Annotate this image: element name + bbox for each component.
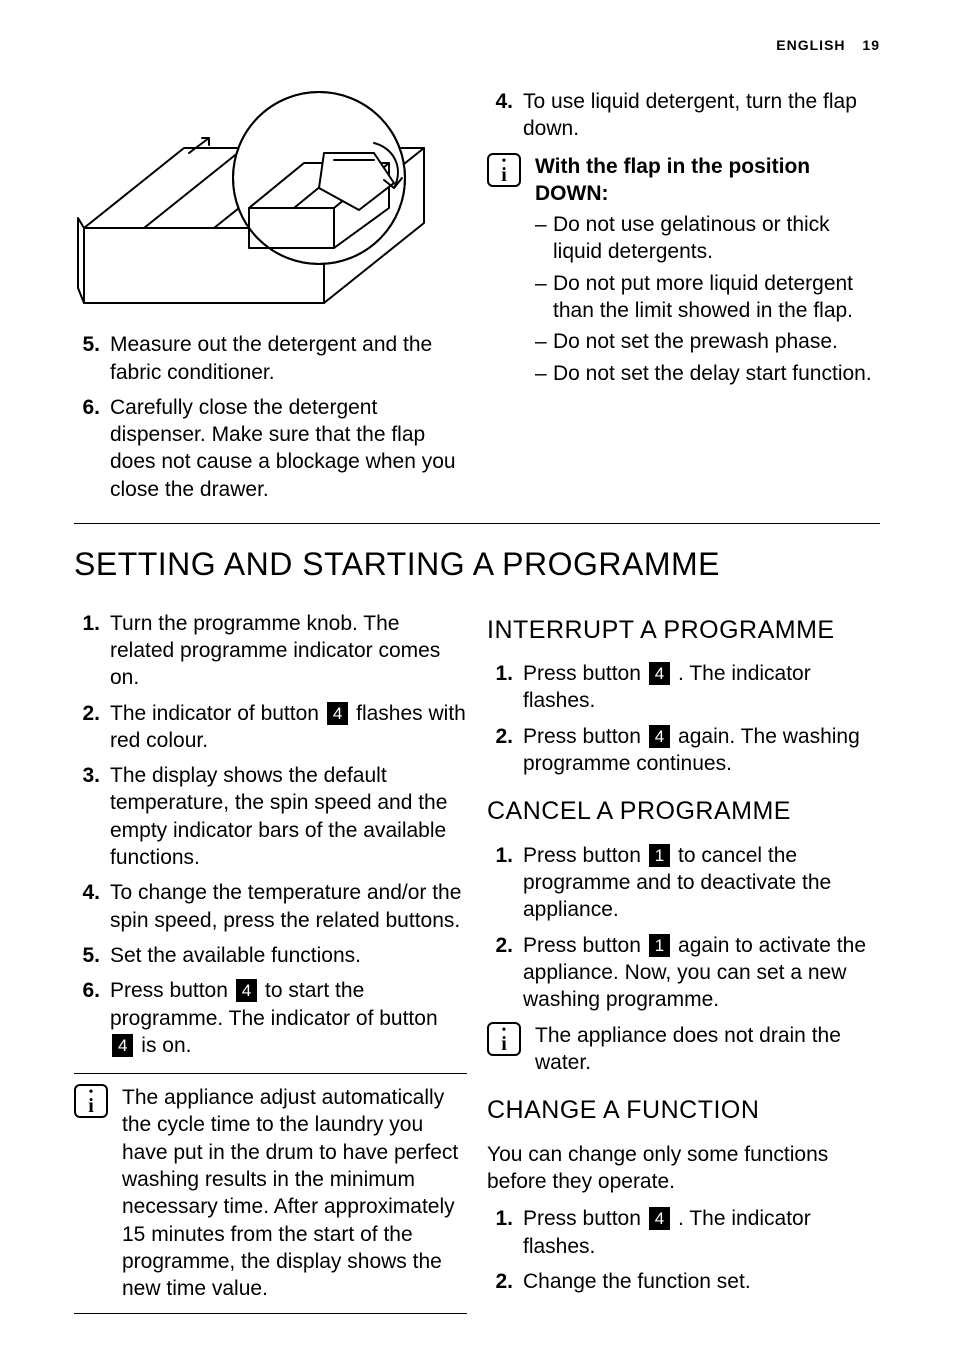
text-part: Press button bbox=[523, 725, 647, 748]
list-item: 4. To use liquid detergent, turn the fla… bbox=[487, 88, 880, 143]
step-number: 6. bbox=[74, 977, 110, 1059]
step-number: 3. bbox=[74, 762, 110, 871]
change-title: CHANGE A FUNCTION bbox=[487, 1094, 880, 1127]
text-part: is on. bbox=[135, 1034, 191, 1057]
step-number: 4. bbox=[74, 879, 110, 934]
list-item: 5. Set the available functions. bbox=[74, 942, 467, 969]
step-text: Press button 1 again to activate the app… bbox=[523, 932, 880, 1014]
language-label: ENGLISH bbox=[776, 37, 845, 53]
text-part: Press button bbox=[523, 1207, 647, 1230]
button-chip: 4 bbox=[236, 979, 257, 1002]
step-text: Press button 4 . The indicator flashes. bbox=[523, 660, 880, 715]
change-steps: 1. Press button 4 . The indicator flashe… bbox=[487, 1205, 880, 1295]
list-item: 2. The indicator of button 4 flashes wit… bbox=[74, 700, 467, 755]
step-number: 2. bbox=[487, 1268, 523, 1295]
step-number: 1. bbox=[487, 1205, 523, 1260]
button-chip: 1 bbox=[649, 934, 670, 957]
detergent-drawer-illustration bbox=[74, 88, 434, 308]
step-text: To use liquid detergent, turn the flap d… bbox=[523, 88, 880, 143]
button-chip: 4 bbox=[112, 1034, 133, 1057]
step-text: Set the available functions. bbox=[110, 942, 467, 969]
cancel-note: The appliance does not drain the water. bbox=[487, 1022, 880, 1077]
step-number: 6. bbox=[74, 394, 110, 503]
top-right-column: 4. To use liquid detergent, turn the fla… bbox=[487, 88, 880, 511]
step-text: Change the function set. bbox=[523, 1268, 880, 1295]
page-number: 19 bbox=[862, 37, 880, 53]
top-left-steps: 5. Measure out the detergent and the fab… bbox=[74, 331, 467, 503]
step-text: Press button 4 again. The washing progra… bbox=[523, 723, 880, 778]
section-title: SETTING AND STARTING A PROGRAMME bbox=[74, 544, 880, 586]
section-divider bbox=[74, 523, 880, 524]
auto-adjust-note: The appliance adjust automatically the c… bbox=[74, 1073, 467, 1313]
step-text: Carefully close the detergent dispenser.… bbox=[110, 394, 467, 503]
list-item: 6. Carefully close the detergent dispens… bbox=[74, 394, 467, 503]
list-item: 2. Press button 1 again to activate the … bbox=[487, 932, 880, 1014]
info-icon bbox=[74, 1084, 108, 1118]
list-item: 1. Press button 4 . The indicator flashe… bbox=[487, 1205, 880, 1260]
bottom-right-column: INTERRUPT A PROGRAMME 1. Press button 4 … bbox=[487, 610, 880, 1314]
list-item: 2. Change the function set. bbox=[487, 1268, 880, 1295]
text-part: Press button bbox=[523, 844, 647, 867]
list-item: Do not set the delay start function. bbox=[553, 360, 880, 387]
top-right-step4: 4. To use liquid detergent, turn the fla… bbox=[487, 88, 880, 143]
list-item: 3. The display shows the default tempera… bbox=[74, 762, 467, 871]
interrupt-steps: 1. Press button 4 . The indicator flashe… bbox=[487, 660, 880, 777]
step-number: 5. bbox=[74, 331, 110, 386]
step-text: Press button 1 to cancel the programme a… bbox=[523, 842, 880, 924]
text-part: Press button bbox=[523, 934, 647, 957]
step-text: Turn the programme knob. The related pro… bbox=[110, 610, 467, 692]
note-text: The appliance does not drain the water. bbox=[535, 1022, 880, 1077]
step-text: To change the temperature and/or the spi… bbox=[110, 879, 467, 934]
interrupt-title: INTERRUPT A PROGRAMME bbox=[487, 614, 880, 647]
list-item: Do not set the prewash phase. bbox=[553, 328, 880, 355]
step-number: 2. bbox=[487, 932, 523, 1014]
text-part: Press button bbox=[523, 662, 647, 685]
step-text: Press button 4 . The indicator flashes. bbox=[523, 1205, 880, 1260]
info-heading: With the flap in the position DOWN: bbox=[535, 153, 880, 208]
text-part: The indicator of button bbox=[110, 702, 325, 725]
bottom-columns: 1. Turn the programme knob. The related … bbox=[74, 610, 880, 1314]
button-chip: 1 bbox=[649, 844, 670, 867]
step-number: 1. bbox=[74, 610, 110, 692]
step-number: 1. bbox=[487, 842, 523, 924]
cancel-title: CANCEL A PROGRAMME bbox=[487, 795, 880, 828]
text-part: Press button bbox=[110, 979, 234, 1002]
step-text: The indicator of button 4 flashes with r… bbox=[110, 700, 467, 755]
cancel-steps: 1. Press button 1 to cancel the programm… bbox=[487, 842, 880, 1014]
step-number: 4. bbox=[487, 88, 523, 143]
list-item: Do not put more liquid detergent than th… bbox=[553, 270, 880, 325]
info-icon bbox=[487, 153, 521, 187]
button-chip: 4 bbox=[327, 702, 348, 725]
step-number: 5. bbox=[74, 942, 110, 969]
top-left-column: 5. Measure out the detergent and the fab… bbox=[74, 88, 467, 511]
info-list: Do not use gelatinous or thick liquid de… bbox=[535, 211, 880, 387]
info-body: With the flap in the position DOWN: Do n… bbox=[535, 153, 880, 391]
step-text: Measure out the detergent and the fabric… bbox=[110, 331, 467, 386]
list-item: 2. Press button 4 again. The washing pro… bbox=[487, 723, 880, 778]
info-flap-down: With the flap in the position DOWN: Do n… bbox=[487, 153, 880, 391]
note-text: The appliance adjust automatically the c… bbox=[122, 1084, 467, 1302]
list-item: 6. Press button 4 to start the programme… bbox=[74, 977, 467, 1059]
step-text: Press button 4 to start the programme. T… bbox=[110, 977, 467, 1059]
button-chip: 4 bbox=[649, 725, 670, 748]
list-item: Do not use gelatinous or thick liquid de… bbox=[553, 211, 880, 266]
list-item: 5. Measure out the detergent and the fab… bbox=[74, 331, 467, 386]
top-columns: 5. Measure out the detergent and the fab… bbox=[74, 88, 880, 511]
step-number: 2. bbox=[487, 723, 523, 778]
setting-steps: 1. Turn the programme knob. The related … bbox=[74, 610, 467, 1059]
step-number: 2. bbox=[74, 700, 110, 755]
list-item: 1. Press button 4 . The indicator flashe… bbox=[487, 660, 880, 715]
list-item: 1. Press button 1 to cancel the programm… bbox=[487, 842, 880, 924]
info-icon bbox=[487, 1022, 521, 1056]
bottom-left-column: 1. Turn the programme knob. The related … bbox=[74, 610, 467, 1314]
list-item: 4. To change the temperature and/or the … bbox=[74, 879, 467, 934]
step-number: 1. bbox=[487, 660, 523, 715]
step-text: The display shows the default temperatur… bbox=[110, 762, 467, 871]
change-intro: You can change only some functions befor… bbox=[487, 1141, 880, 1196]
list-item: 1. Turn the programme knob. The related … bbox=[74, 610, 467, 692]
button-chip: 4 bbox=[649, 1207, 670, 1230]
button-chip: 4 bbox=[649, 662, 670, 685]
page-header: ENGLISH 19 bbox=[776, 36, 880, 54]
